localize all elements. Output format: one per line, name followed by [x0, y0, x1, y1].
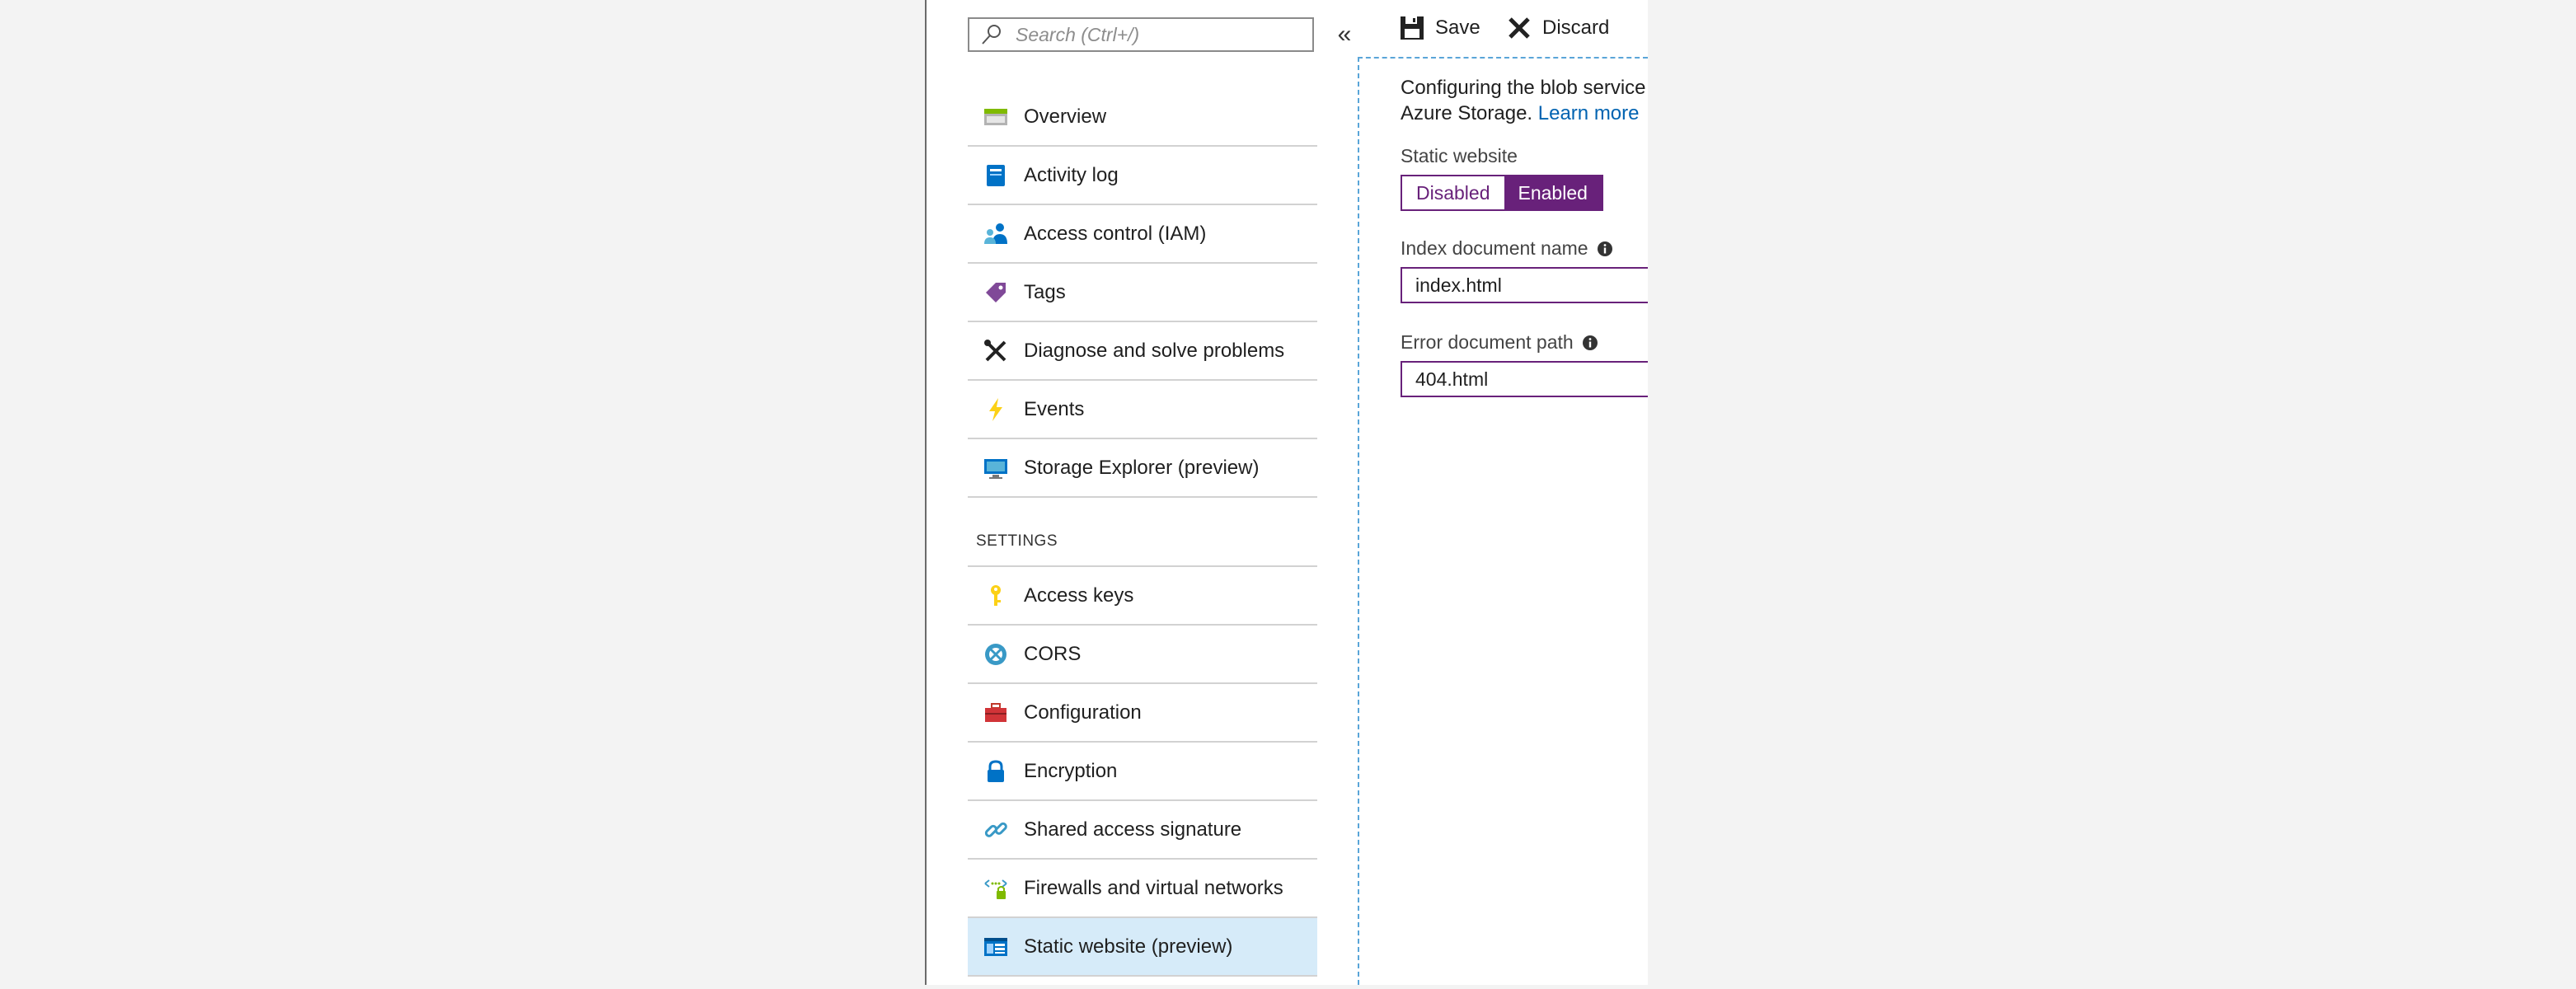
lock-icon: [988, 759, 1004, 782]
focus-outline-top: [1358, 57, 1648, 59]
settings-items: Access keys CORS Configuration Encryptio…: [968, 567, 1317, 977]
resource-menu: « Overview Activity log: [927, 0, 1355, 985]
menu-item-label: Static website (preview): [1024, 935, 1233, 958]
storage-explorer-icon: [984, 458, 1007, 479]
menu-item-label: Overview: [1024, 105, 1107, 128]
network-icon: [984, 879, 1007, 899]
menu-item-events[interactable]: Events: [968, 381, 1317, 439]
menu-item-diagnose[interactable]: Diagnose and solve problems: [968, 322, 1317, 381]
learn-more-link[interactable]: Learn more: [1538, 102, 1640, 124]
info-icon[interactable]: [1582, 335, 1598, 351]
portal-panel: « Overview Activity log: [925, 0, 1648, 985]
command-bar: Save Discard: [1358, 0, 1648, 58]
menu-item-label: Tags: [1024, 280, 1066, 303]
discard-button[interactable]: Discard: [1506, 15, 1609, 41]
menu-item-label: Encryption: [1024, 759, 1118, 782]
menu-item-label: Access control (IAM): [1024, 222, 1207, 245]
index-document-input[interactable]: [1401, 267, 1648, 303]
description-line-1: Configuring the blob service: [1401, 77, 1646, 99]
activity-log-icon: [987, 164, 1005, 186]
iam-icon: [984, 223, 1007, 244]
menu-item-label: Storage Explorer (preview): [1024, 456, 1260, 479]
static-website-toggle[interactable]: Disabled Enabled: [1401, 175, 1603, 211]
toolbox-icon: [985, 702, 1006, 722]
search-input[interactable]: [1014, 22, 1312, 47]
error-document-label-text: Error document path: [1401, 331, 1574, 353]
menu-items: Overview Activity log Access control (IA…: [968, 88, 1317, 498]
menu-item-label: Activity log: [1024, 163, 1119, 186]
menu-item-access-control[interactable]: Access control (IAM): [968, 205, 1317, 264]
menu-item-label: Shared access signature: [1024, 818, 1242, 841]
description-text: Azure Storage.: [1401, 102, 1533, 124]
toggle-disabled-option[interactable]: Disabled: [1402, 176, 1504, 209]
settings-section-label: SETTINGS: [976, 532, 1058, 550]
description-line-2: Azure Storage. Learn more: [1401, 101, 1648, 126]
lightning-icon: [989, 397, 1002, 421]
menu-item-label: Events: [1024, 397, 1085, 420]
menu-item-encryption[interactable]: Encryption: [968, 743, 1317, 801]
menu-item-firewalls[interactable]: Firewalls and virtual networks: [968, 860, 1317, 918]
collapse-menu-button[interactable]: «: [1332, 18, 1357, 51]
static-website-blade: Save Discard Configuring the blob servic…: [1358, 0, 1648, 985]
index-document-label-text: Index document name: [1401, 237, 1588, 259]
menu-item-access-keys[interactable]: Access keys: [968, 567, 1317, 626]
close-icon: [1509, 17, 1530, 39]
blade-description: Configuring the blob service Azure Stora…: [1401, 75, 1648, 126]
menu-item-static-website[interactable]: Static website (preview): [968, 918, 1317, 977]
link-icon: [984, 822, 1007, 837]
menu-item-storage-explorer[interactable]: Storage Explorer (preview): [968, 439, 1317, 498]
save-icon: [1401, 16, 1424, 40]
menu-item-overview[interactable]: Overview: [968, 88, 1317, 147]
menu-item-cors[interactable]: CORS: [968, 626, 1317, 684]
menu-item-label: Access keys: [1024, 584, 1134, 607]
menu-item-label: Firewalls and virtual networks: [1024, 876, 1283, 899]
error-document-label: Error document path: [1401, 331, 1598, 354]
focus-outline-left: [1358, 57, 1359, 985]
menu-item-label: CORS: [1024, 642, 1082, 665]
discard-label: Discard: [1542, 16, 1610, 39]
static-website-label-text: Static website: [1401, 145, 1518, 166]
error-document-input[interactable]: [1401, 361, 1648, 397]
website-icon: [984, 937, 1007, 956]
index-document-label: Index document name: [1401, 237, 1613, 260]
info-icon[interactable]: [1597, 241, 1613, 257]
menu-item-label: Configuration: [1024, 701, 1142, 724]
tag-icon: [986, 282, 1006, 302]
menu-item-tags[interactable]: Tags: [968, 264, 1317, 322]
save-label: Save: [1435, 16, 1480, 39]
menu-item-configuration[interactable]: Configuration: [968, 684, 1317, 743]
tools-icon: [984, 339, 1006, 361]
menu-item-shared-access-signature[interactable]: Shared access signature: [968, 801, 1317, 860]
toggle-enabled-option[interactable]: Enabled: [1504, 176, 1602, 209]
menu-item-label: Diagnose and solve problems: [1024, 339, 1285, 362]
search-box[interactable]: [968, 17, 1314, 52]
search-icon: [982, 25, 1001, 45]
overview-icon: [984, 108, 1007, 125]
cors-icon: [985, 643, 1006, 665]
save-button[interactable]: Save: [1399, 15, 1480, 41]
menu-item-activity-log[interactable]: Activity log: [968, 147, 1317, 205]
static-website-label: Static website: [1401, 145, 1518, 167]
key-icon: [991, 584, 1001, 606]
